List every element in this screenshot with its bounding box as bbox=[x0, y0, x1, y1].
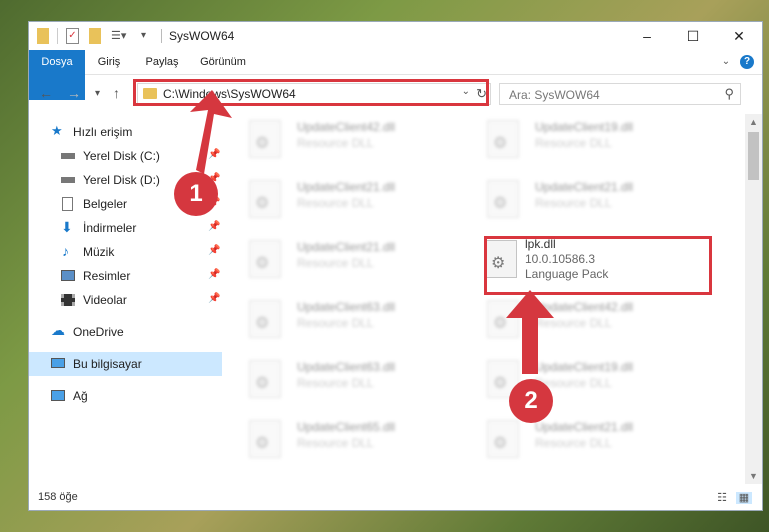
annotation-arrows bbox=[190, 90, 554, 374]
step-badge-two: 2 bbox=[509, 379, 553, 423]
arrow-one bbox=[190, 90, 232, 174]
step-badge-one: 1 bbox=[174, 172, 218, 216]
arrow-two bbox=[506, 290, 554, 374]
